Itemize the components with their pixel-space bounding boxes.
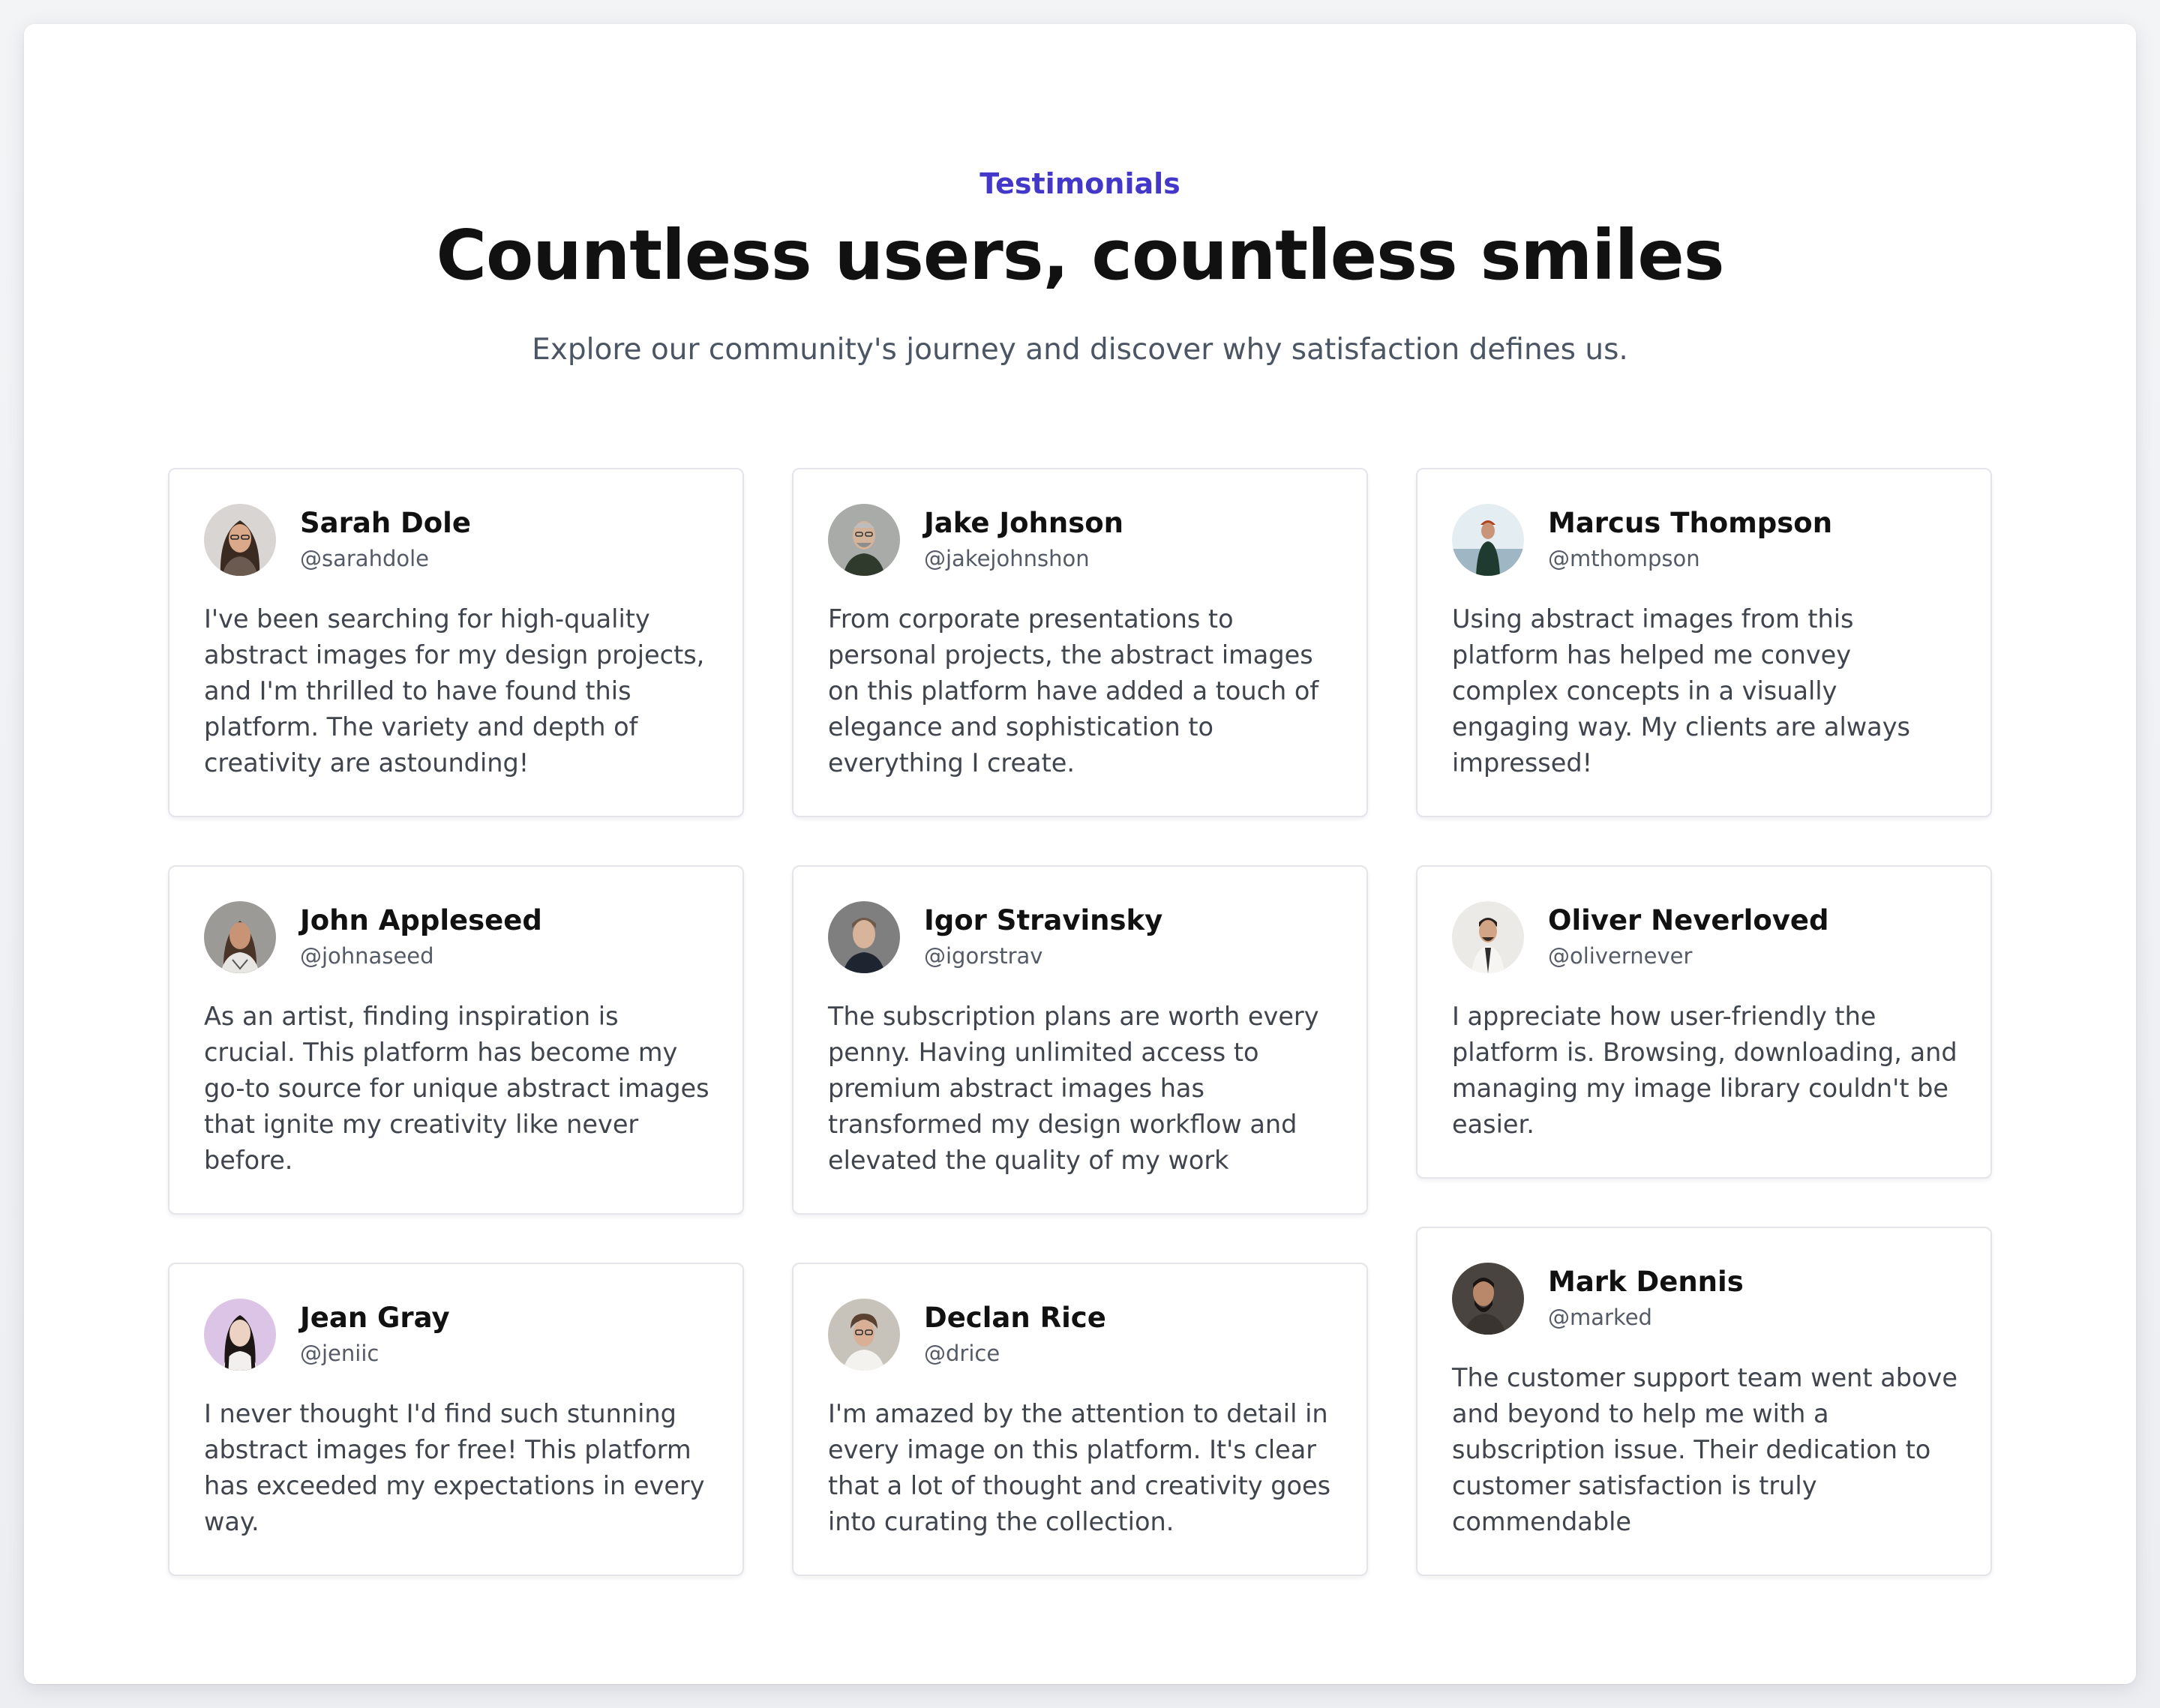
- author-handle: @mthompson: [1548, 545, 1700, 571]
- testimonial-quote: From corporate presentations to personal…: [828, 604, 1319, 778]
- author-handle: @igorstrav: [924, 942, 1043, 969]
- testimonial-card: Sarah Dole @sarahdole I've been searchin…: [168, 468, 744, 817]
- author-handle: @jeniic: [300, 1340, 380, 1366]
- avatar-photo-icon: [828, 901, 900, 973]
- avatar-photo-icon: [204, 901, 276, 973]
- author-handle: @jakejohnshon: [924, 545, 1090, 571]
- page-subtitle: Explore our community's journey and disc…: [532, 333, 1628, 367]
- author-name: Marcus Thompson: [1548, 507, 1833, 540]
- card-header: Jean Gray @jeniic: [204, 1299, 710, 1371]
- author-name: Declan Rice: [924, 1302, 1106, 1335]
- author-name: John Appleseed: [300, 904, 542, 937]
- author-name: Oliver Neverloved: [1548, 904, 1829, 937]
- author-handle: @johnaseed: [300, 942, 434, 969]
- testimonial-quote: I appreciate how user-friendly the platf…: [1452, 1002, 1958, 1139]
- testimonial-card: Jean Gray @jeniic I never thought I'd fi…: [168, 1263, 744, 1576]
- testimonial-column-3: Marcus Thompson @mthompson Using abstrac…: [1416, 468, 1992, 1624]
- card-header: Igor Stravinsky @igorstrav: [828, 901, 1334, 973]
- author-handle: @olivernever: [1548, 942, 1693, 969]
- testimonial-column-2: Jake Johnson @jakejohnshon From corporat…: [792, 468, 1368, 1624]
- testimonial-quote: I'm amazed by the attention to detail in…: [828, 1399, 1331, 1536]
- avatar-photo-icon: [828, 504, 900, 576]
- avatar-photo-icon: [828, 1299, 900, 1371]
- author-name: Sarah Dole: [300, 507, 471, 540]
- testimonials-section: Testimonials Countless users, countless …: [24, 24, 2136, 1684]
- testimonial-card: John Appleseed @johnaseed As an artist, …: [168, 865, 744, 1215]
- testimonial-card: Jake Johnson @jakejohnshon From corporat…: [792, 468, 1368, 817]
- testimonial-card: Marcus Thompson @mthompson Using abstrac…: [1416, 468, 1992, 817]
- card-header: Marcus Thompson @mthompson: [1452, 504, 1958, 576]
- testimonial-quote: The subscription plans are worth every p…: [828, 1002, 1319, 1175]
- card-header: John Appleseed @johnaseed: [204, 901, 710, 973]
- page-title: Countless users, countless smiles: [436, 215, 1725, 295]
- testimonial-card: Oliver Neverloved @olivernever I appreci…: [1416, 865, 1992, 1179]
- testimonial-card: Igor Stravinsky @igorstrav The subscript…: [792, 865, 1368, 1215]
- avatar-photo-icon: [1452, 1263, 1524, 1335]
- testimonial-card: Mark Dennis @marked The customer support…: [1416, 1227, 1992, 1576]
- avatar-photo-icon: [1452, 504, 1524, 576]
- card-header: Mark Dennis @marked: [1452, 1263, 1958, 1335]
- testimonial-card: Declan Rice @drice I'm amazed by the att…: [792, 1263, 1368, 1576]
- section-eyebrow: Testimonials: [980, 167, 1180, 200]
- author-handle: @marked: [1548, 1304, 1652, 1330]
- testimonial-quote: I never thought I'd find such stunning a…: [204, 1399, 705, 1536]
- author-name: Jake Johnson: [924, 507, 1124, 540]
- avatar-photo-icon: [204, 1299, 276, 1371]
- author-name: Igor Stravinsky: [924, 904, 1163, 937]
- card-header: Oliver Neverloved @olivernever: [1452, 901, 1958, 973]
- author-handle: @drice: [924, 1340, 1000, 1366]
- testimonial-quote: As an artist, finding inspiration is cru…: [204, 1002, 710, 1175]
- avatar-photo-icon: [204, 504, 276, 576]
- testimonial-quote: The customer support team went above and…: [1452, 1363, 1958, 1536]
- card-header: Jake Johnson @jakejohnshon: [828, 504, 1334, 576]
- author-name: Jean Gray: [300, 1302, 450, 1335]
- card-header: Declan Rice @drice: [828, 1299, 1334, 1371]
- testimonial-column-1: Sarah Dole @sarahdole I've been searchin…: [168, 468, 744, 1624]
- avatar-photo-icon: [1452, 901, 1524, 973]
- author-name: Mark Dennis: [1548, 1266, 1744, 1299]
- testimonial-quote: Using abstract images from this platform…: [1452, 604, 1910, 778]
- author-handle: @sarahdole: [300, 545, 430, 571]
- testimonial-quote: I've been searching for high-quality abs…: [204, 604, 705, 778]
- card-header: Sarah Dole @sarahdole: [204, 504, 710, 576]
